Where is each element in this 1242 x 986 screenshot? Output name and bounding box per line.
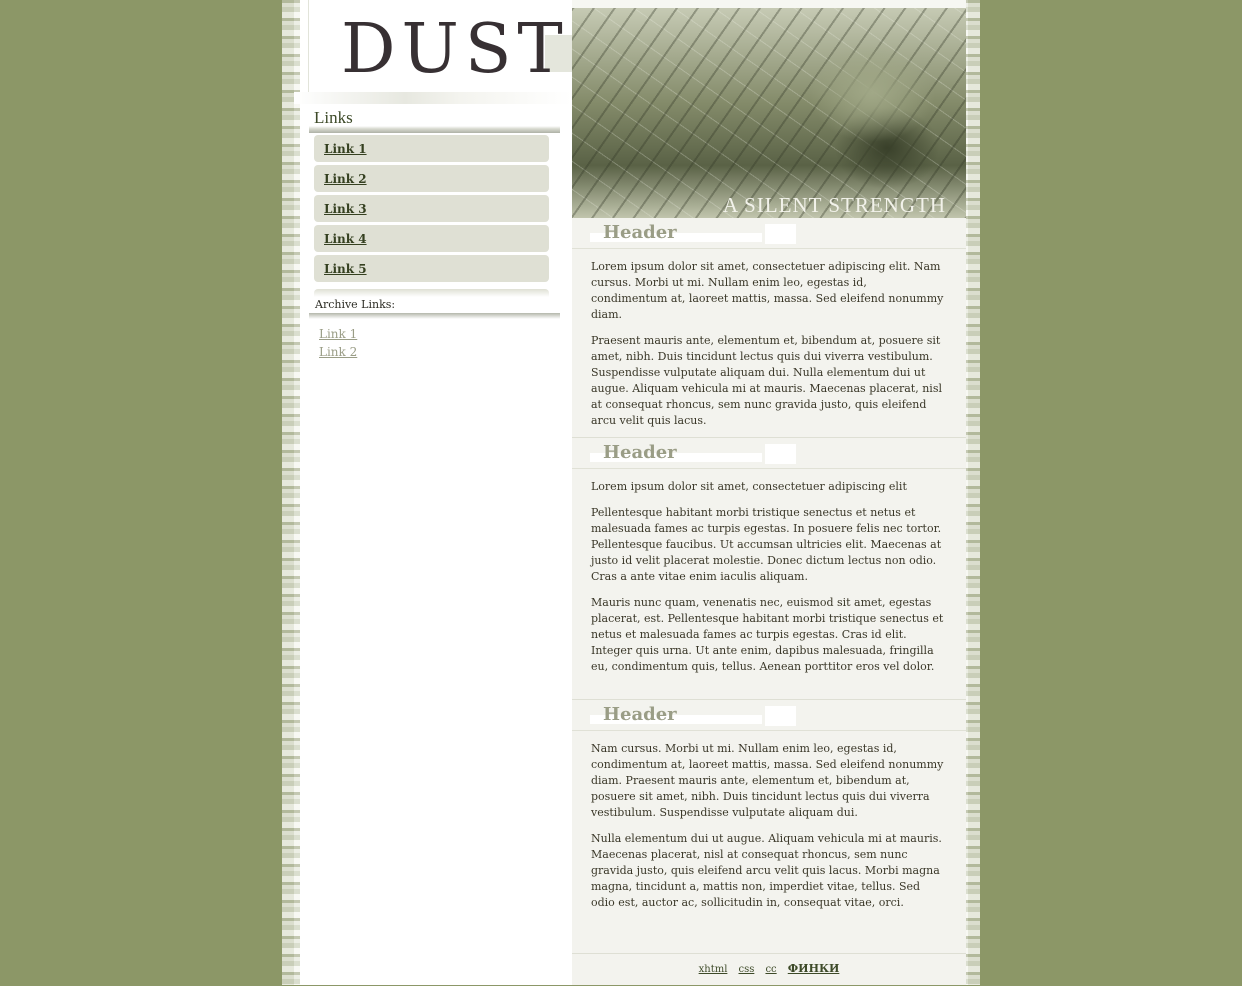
nav-link[interactable]: Link 4 [324,232,367,246]
links-heading: Links [314,108,353,127]
article-3: Header Nam cursus. Morbi ut mi. Nullam e… [572,699,966,929]
main-content: A SILENT STRENGTH Header Lorem ipsum dol… [572,0,966,985]
nav-link[interactable]: Link 5 [324,262,367,276]
nav-link[interactable]: Link 2 [324,172,367,186]
article-paragraph: Nulla elementum dui ut augue. Aliquam ve… [591,832,942,909]
article-paragraph: Lorem ipsum dolor sit amet, consectetuer… [591,260,944,321]
footer: xhtml css cc ФИНКИ [572,953,966,986]
article-body: Nam cursus. Morbi ut mi. Nullam enim leo… [572,731,966,929]
archive-link-2[interactable]: Link 2 [319,345,357,359]
article-title: Header [603,442,677,463]
article-title: Header [603,222,677,243]
article-paragraph: Mauris nunc quam, venenatis nec, euismod… [591,596,944,673]
page-container: DUST Links Link 1 Link 2 Link 3 Link 4 L… [282,0,980,985]
article-paragraph: Nam cursus. Morbi ut mi. Nullam enim leo… [591,742,944,819]
logo-box: DUST [308,0,563,95]
article-header: Header [572,700,966,731]
archive-item: Link 2 [319,341,357,359]
article-2: Header Lorem ipsum dolor sit amet, conse… [572,437,966,693]
sidebar-item-link-1[interactable]: Link 1 [314,135,549,162]
footer-link-css[interactable]: css [738,964,754,975]
article-paragraph: Praesent mauris ante, elementum et, bibe… [591,334,942,427]
footer-link-xhtml[interactable]: xhtml [699,964,728,975]
links-divider [309,126,560,133]
article-header: Header [572,438,966,469]
nav-footer-decoration [314,289,549,297]
archive-item: Link 1 [319,323,357,341]
sidebar-item-link-5[interactable]: Link 5 [314,255,549,282]
site-logo[interactable]: DUST [341,12,569,88]
article-paragraph: Lorem ipsum dolor sit amet, consectetuer… [591,480,907,493]
nav-link[interactable]: Link 1 [324,142,367,156]
sidebar-item-link-3[interactable]: Link 3 [314,195,549,222]
archive-divider [309,313,560,319]
article-body: Lorem ipsum dolor sit amet, consectetuer… [572,469,966,693]
archive-list: Link 1 Link 2 [319,323,357,359]
sidebar-item-link-4[interactable]: Link 4 [314,225,549,252]
article-1: Header Lorem ipsum dolor sit amet, conse… [572,218,966,447]
footer-link-finki[interactable]: ФИНКИ [788,962,840,975]
hero-caption: A SILENT STRENGTH [722,193,946,217]
footer-link-cc[interactable]: cc [765,964,776,975]
header-decoration-box [765,224,796,244]
header-decoration-box [765,444,796,464]
article-paragraph: Pellentesque habitant morbi tristique se… [591,506,942,583]
sidebar: DUST Links Link 1 Link 2 Link 3 Link 4 L… [294,0,572,985]
sidebar-nav: Link 1 Link 2 Link 3 Link 4 Link 5 [314,135,549,285]
header-decoration-box [765,706,796,726]
article-body: Lorem ipsum dolor sit amet, consectetuer… [572,249,966,447]
hero-banner: A SILENT STRENGTH [572,0,966,218]
sidebar-item-link-2[interactable]: Link 2 [314,165,549,192]
article-title: Header [603,704,677,725]
logo-divider [294,92,572,104]
archive-heading: Archive Links: [315,298,396,311]
article-header: Header [572,218,966,249]
nav-link[interactable]: Link 3 [324,202,367,216]
archive-link-1[interactable]: Link 1 [319,327,357,341]
